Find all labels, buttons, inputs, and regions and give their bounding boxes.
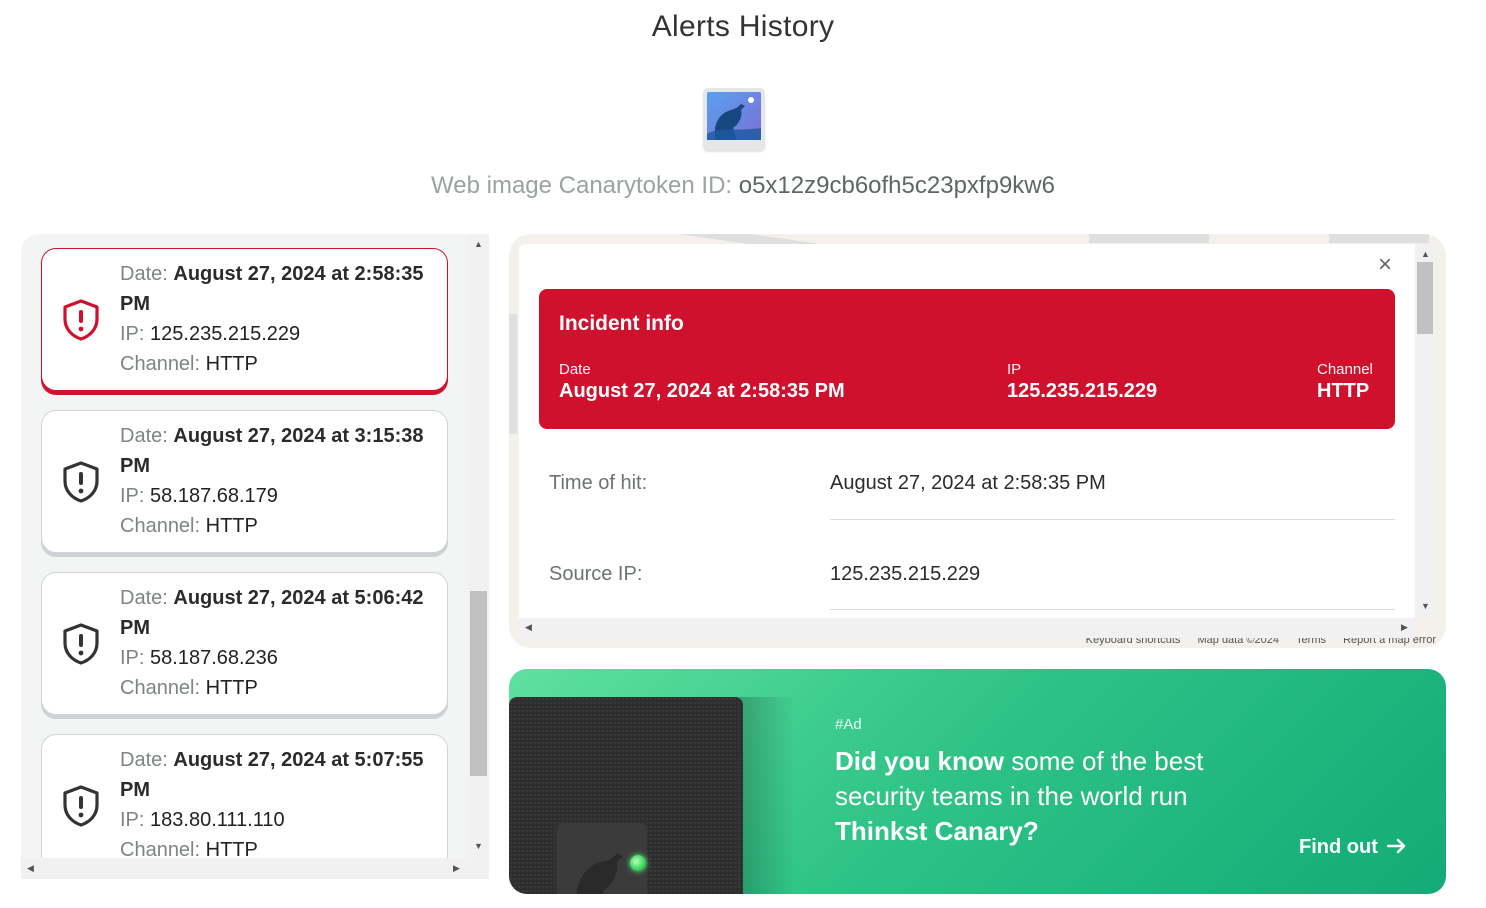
alert-ip-label: IP: — [120, 485, 145, 507]
incident-date-value: August 27, 2024 at 2:58:35 PM — [559, 380, 845, 402]
incident-channel-label: Channel — [1317, 361, 1373, 378]
alert-card[interactable]: Date: August 27, 2024 at 2:58:35 PM IP: … — [41, 248, 448, 391]
alert-card[interactable]: Date: August 27, 2024 at 3:15:38 PM IP: … — [41, 410, 448, 553]
canary-device-image — [509, 697, 743, 894]
alert-date-label: Date: — [120, 749, 168, 771]
alert-list-horizontal-scrollbar[interactable]: ◀ ▶ — [21, 858, 489, 879]
token-id-label: Web image Canarytoken ID: — [431, 172, 733, 199]
alert-ip: 183.80.111.110 — [150, 809, 285, 831]
shield-alert-icon — [63, 785, 99, 827]
divider — [830, 519, 1395, 520]
incident-channel: Channel HTTP — [1317, 361, 1373, 403]
status-led-icon — [630, 855, 646, 871]
alert-channel: HTTP — [205, 515, 258, 537]
token-id-line: Web image Canarytoken ID: o5x12z9cb6ofh5… — [0, 172, 1486, 200]
incident-ip-label: IP — [1007, 361, 1022, 378]
map-road — [1089, 234, 1209, 243]
divider — [830, 609, 1395, 610]
shield-alert-icon — [63, 461, 99, 503]
close-icon[interactable]: × — [1373, 253, 1397, 277]
alert-date-label: Date: — [120, 263, 168, 285]
scrollbar-thumb[interactable] — [1417, 262, 1433, 334]
incident-date: Date August 27, 2024 at 2:58:35 PM — [559, 361, 845, 403]
alert-details: Date: August 27, 2024 at 5:06:42 PM IP: … — [120, 583, 440, 703]
alert-ip-label: IP: — [120, 323, 145, 345]
alert-date-label: Date: — [120, 425, 168, 447]
incident-ip-value: 125.235.215.229 — [1007, 380, 1158, 402]
alert-details: Date: August 27, 2024 at 5:07:55 PM IP: … — [120, 745, 440, 865]
alert-card[interactable]: Date: August 27, 2024 at 5:06:42 PM IP: … — [41, 572, 448, 715]
alert-channel-label: Channel: — [120, 677, 201, 699]
modal-horizontal-scrollbar[interactable]: ◀ ▶ — [519, 618, 1415, 638]
map-road — [1329, 234, 1429, 243]
detail-value: August 27, 2024 at 2:58:35 PM — [830, 472, 1106, 494]
scroll-down-icon[interactable]: ▼ — [1421, 602, 1430, 611]
scroll-right-icon[interactable]: ▶ — [1401, 623, 1408, 632]
image-icon — [703, 88, 765, 150]
arrow-right-icon — [1387, 838, 1406, 854]
modal-vertical-scrollbar[interactable]: ▲ ▼ — [1415, 244, 1435, 618]
incident-title: Incident info — [559, 312, 684, 335]
alert-channel-label: Channel: — [120, 515, 201, 537]
alert-details: Date: August 27, 2024 at 2:58:35 PM IP: … — [120, 259, 440, 379]
ad-headline: Did you know some of the best security t… — [835, 744, 1255, 849]
scroll-up-icon[interactable]: ▲ — [1421, 250, 1430, 259]
device-shadow — [735, 697, 795, 894]
scroll-down-icon[interactable]: ▼ — [474, 842, 483, 851]
detail-row-time-of-hit: Time of hit: August 27, 2024 at 2:58:35 … — [549, 472, 1106, 495]
detail-label: Time of hit: — [549, 472, 648, 494]
alert-details: Date: August 27, 2024 at 3:15:38 PM IP: … — [120, 421, 440, 541]
alert-ip-label: IP: — [120, 809, 145, 831]
alert-ip: 125.235.215.229 — [150, 323, 301, 345]
page-title: Alerts History — [651, 10, 835, 43]
scroll-left-icon[interactable]: ◀ — [27, 864, 34, 873]
ad-tag: #Ad — [835, 716, 862, 733]
ad-banner[interactable]: #Ad Did you know some of the best securi… — [509, 669, 1446, 894]
find-out-button[interactable]: Find out — [1299, 836, 1407, 859]
incident-channel-value: HTTP — [1317, 380, 1370, 402]
alert-list: Date: August 27, 2024 at 2:58:35 PM IP: … — [21, 234, 489, 879]
ad-headline-product: Thinkst Canary? — [835, 816, 1039, 846]
alert-date-label: Date: — [120, 587, 168, 609]
token-id-value: o5x12z9cb6ofh5c23pxfp9kw6 — [738, 172, 1055, 199]
scroll-left-icon[interactable]: ◀ — [525, 623, 532, 632]
scroll-right-icon[interactable]: ▶ — [453, 864, 460, 873]
shield-alert-icon — [63, 623, 99, 665]
alert-channel: HTTP — [205, 353, 258, 375]
alert-ip: 58.187.68.179 — [150, 485, 278, 507]
incident-ip: IP 125.235.215.229 — [1007, 361, 1157, 403]
shield-alert-icon — [63, 299, 99, 341]
detail-value: 125.235.215.229 — [830, 563, 981, 585]
scrollbar-thumb[interactable] — [470, 591, 487, 776]
alert-ip-label: IP: — [120, 647, 145, 669]
alert-channel-label: Channel: — [120, 353, 201, 375]
alert-list-vertical-scrollbar[interactable]: ▲ ▼ — [468, 234, 489, 858]
ad-headline-bold: Did you know — [835, 746, 1004, 776]
alert-card[interactable]: Date: August 27, 2024 at 5:07:55 PM IP: … — [41, 734, 448, 877]
detail-label: Source IP: — [549, 563, 643, 585]
incident-date-label: Date — [559, 361, 591, 378]
scroll-up-icon[interactable]: ▲ — [474, 240, 483, 249]
detail-row-source-ip: Source IP: 125.235.215.229 — [549, 563, 980, 586]
alert-ip: 58.187.68.236 — [150, 647, 278, 669]
map-road — [509, 314, 517, 434]
find-out-label: Find out — [1299, 836, 1378, 858]
incident-banner: Incident info Date August 27, 2024 at 2:… — [539, 289, 1395, 429]
alert-channel: HTTP — [205, 677, 258, 699]
